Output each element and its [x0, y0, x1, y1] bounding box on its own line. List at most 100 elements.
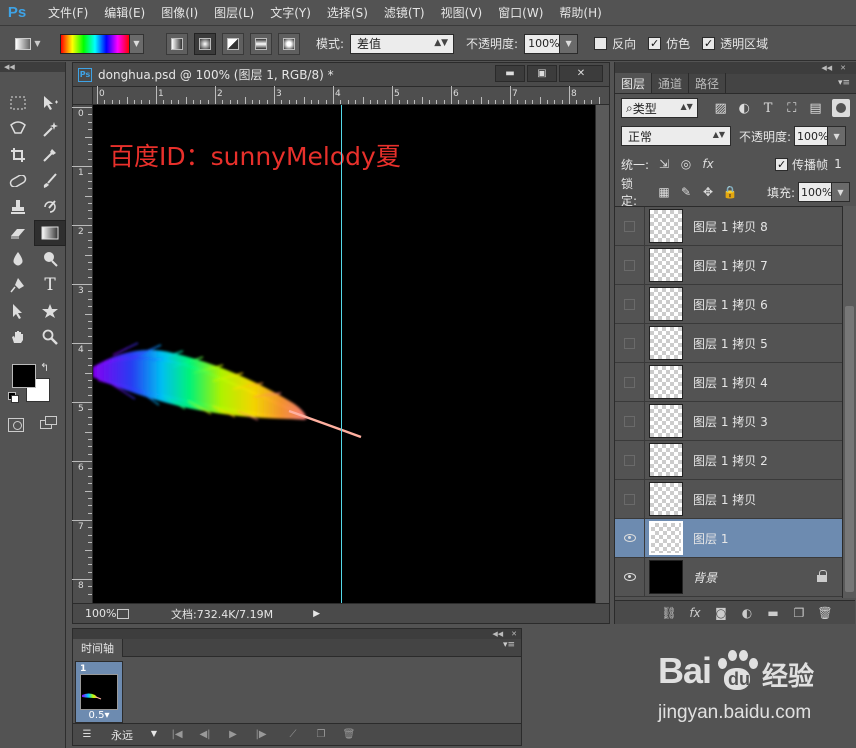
- menu-filter[interactable]: 滤镜(T): [376, 4, 433, 21]
- layer-row[interactable]: 图层 1 拷贝 6: [615, 284, 843, 324]
- panel-menu-icon[interactable]: ▾≡: [838, 78, 850, 88]
- zoom-tool-icon[interactable]: [34, 324, 66, 350]
- vertical-guide[interactable]: [341, 105, 342, 603]
- panel-menu-icon[interactable]: ▾≡: [503, 640, 515, 650]
- marquee-tool-icon[interactable]: [2, 90, 34, 116]
- collapse-icon[interactable]: ◀◀: [0, 62, 65, 72]
- new-group-icon[interactable]: ▬: [765, 605, 781, 621]
- stamp-tool-icon[interactable]: [2, 194, 34, 220]
- crop-tool-icon[interactable]: [2, 142, 34, 168]
- menu-select[interactable]: 选择(S): [319, 4, 376, 21]
- layer-visibility-toggle[interactable]: [615, 479, 645, 519]
- move-tool-icon[interactable]: [34, 90, 66, 116]
- swap-colors-icon[interactable]: ↰: [40, 361, 49, 374]
- layer-visibility-toggle[interactable]: [615, 401, 645, 441]
- link-layers-icon[interactable]: ⛓: [661, 605, 677, 621]
- type-filter-icon[interactable]: T: [759, 99, 777, 117]
- magic-wand-icon[interactable]: [34, 116, 66, 142]
- lock-image-icon[interactable]: ✎: [679, 185, 693, 199]
- layer-row[interactable]: 图层 1 拷贝 5: [615, 323, 843, 363]
- transparency-checkbox[interactable]: ✓: [702, 37, 716, 50]
- shape-tool-icon[interactable]: [34, 298, 66, 324]
- unify-style-icon[interactable]: fx: [701, 157, 715, 171]
- blend-mode-select[interactable]: 正常 ▲▼: [621, 126, 731, 146]
- layer-filter-select[interactable]: ⌕ 类型 ▲▼: [621, 98, 698, 118]
- next-frame-icon[interactable]: |▶: [247, 729, 275, 740]
- zoom-level[interactable]: 100%: [73, 607, 116, 620]
- default-colors-icon[interactable]: [8, 392, 19, 403]
- layer-visibility-toggle[interactable]: [615, 284, 645, 324]
- history-brush-icon[interactable]: [34, 194, 66, 220]
- loop-select[interactable]: 永远 ▼: [105, 726, 157, 744]
- menu-edit[interactable]: 编辑(E): [96, 4, 153, 21]
- brush-tool-icon[interactable]: [34, 168, 66, 194]
- layer-row[interactable]: 背景: [615, 557, 843, 597]
- linear-gradient-button[interactable]: [166, 32, 188, 55]
- lock-transparent-icon[interactable]: ▦: [657, 185, 671, 199]
- status-menu-icon[interactable]: ▶: [313, 609, 320, 619]
- close-icon[interactable]: ✕: [840, 64, 846, 72]
- healing-brush-icon[interactable]: [2, 168, 34, 194]
- tab-layers[interactable]: 图层: [615, 73, 653, 93]
- layer-style-icon[interactable]: fx: [687, 605, 703, 621]
- eyedropper-icon[interactable]: [34, 142, 66, 168]
- diamond-gradient-button[interactable]: [278, 32, 300, 55]
- eraser-tool-icon[interactable]: [2, 220, 34, 246]
- play-icon[interactable]: ▶: [219, 729, 247, 740]
- layer-visibility-toggle[interactable]: [615, 323, 645, 363]
- frame-delay[interactable]: 0.5▾: [76, 710, 122, 721]
- angle-gradient-button[interactable]: [222, 32, 244, 55]
- layer-visibility-toggle[interactable]: [615, 557, 645, 597]
- duplicate-frame-icon[interactable]: ❐: [307, 729, 335, 740]
- fill-input[interactable]: 100%: [798, 182, 832, 202]
- type-tool-icon[interactable]: T: [34, 272, 66, 298]
- close-button[interactable]: ✕: [559, 65, 603, 82]
- propagate-frame-checkbox[interactable]: ✓: [775, 157, 789, 171]
- screen-mode-icon[interactable]: [40, 416, 58, 430]
- unify-position-icon[interactable]: ⇲: [657, 157, 671, 171]
- foreground-color[interactable]: [12, 364, 36, 388]
- close-icon[interactable]: ✕: [511, 630, 517, 638]
- maximize-button[interactable]: ▣: [527, 65, 557, 82]
- layer-row[interactable]: 图层 1: [615, 518, 843, 558]
- shape-filter-icon[interactable]: ⛶: [783, 99, 801, 117]
- first-frame-icon[interactable]: |◀: [163, 729, 191, 740]
- export-icon[interactable]: [117, 608, 129, 619]
- lock-position-icon[interactable]: ✥: [701, 185, 715, 199]
- layer-row[interactable]: 图层 1 拷贝: [615, 479, 843, 519]
- horizontal-ruler[interactable]: 0 1 2 3 4 5 6 7 8: [93, 86, 609, 105]
- tab-paths[interactable]: 路径: [689, 73, 727, 93]
- dodge-tool-icon[interactable]: [34, 246, 66, 272]
- menu-view[interactable]: 视图(V): [433, 4, 491, 21]
- layer-visibility-toggle[interactable]: [615, 440, 645, 480]
- path-selection-icon[interactable]: [2, 298, 34, 324]
- tab-channels[interactable]: 通道: [652, 73, 690, 93]
- hand-tool-icon[interactable]: [2, 324, 34, 350]
- dither-checkbox[interactable]: ✓: [648, 37, 662, 50]
- new-layer-icon[interactable]: ❐: [791, 605, 807, 621]
- layer-mask-icon[interactable]: ◙: [713, 605, 729, 621]
- menu-help[interactable]: 帮助(H): [551, 4, 609, 21]
- menu-window[interactable]: 窗口(W): [490, 4, 551, 21]
- layer-opacity-input[interactable]: 100%: [794, 126, 829, 146]
- layer-row[interactable]: 图层 1 拷贝 4: [615, 362, 843, 402]
- layer-visibility-toggle[interactable]: [615, 518, 645, 558]
- adjustment-filter-icon[interactable]: ◐: [736, 99, 754, 117]
- animation-frame[interactable]: 1 0.5▾: [75, 661, 123, 723]
- fill-slider[interactable]: ▼: [832, 182, 850, 202]
- radial-gradient-button[interactable]: [194, 32, 216, 55]
- mode-select[interactable]: 差值 ▲▼: [350, 33, 455, 54]
- menu-image[interactable]: 图像(I): [153, 4, 206, 21]
- layer-row[interactable]: 图层 1 拷贝 8: [615, 206, 843, 246]
- layer-row[interactable]: 图层 1 拷贝 7: [615, 245, 843, 285]
- collapse-icon[interactable]: ◀◀: [821, 64, 832, 72]
- layer-row[interactable]: 图层 1 拷贝 2: [615, 440, 843, 480]
- scroll-thumb[interactable]: [845, 306, 854, 592]
- minimize-button[interactable]: ▬: [495, 65, 525, 82]
- pen-tool-icon[interactable]: [2, 272, 34, 298]
- quick-mask-icon[interactable]: [8, 418, 24, 432]
- layer-row[interactable]: 图层 1 拷贝 3: [615, 401, 843, 441]
- filter-toggle[interactable]: [832, 99, 851, 117]
- document-tab[interactable]: Ps donghua.psd @ 100% (图层 1, RGB/8) * ▬ …: [73, 63, 609, 87]
- previous-frame-icon[interactable]: ◀|: [191, 729, 219, 740]
